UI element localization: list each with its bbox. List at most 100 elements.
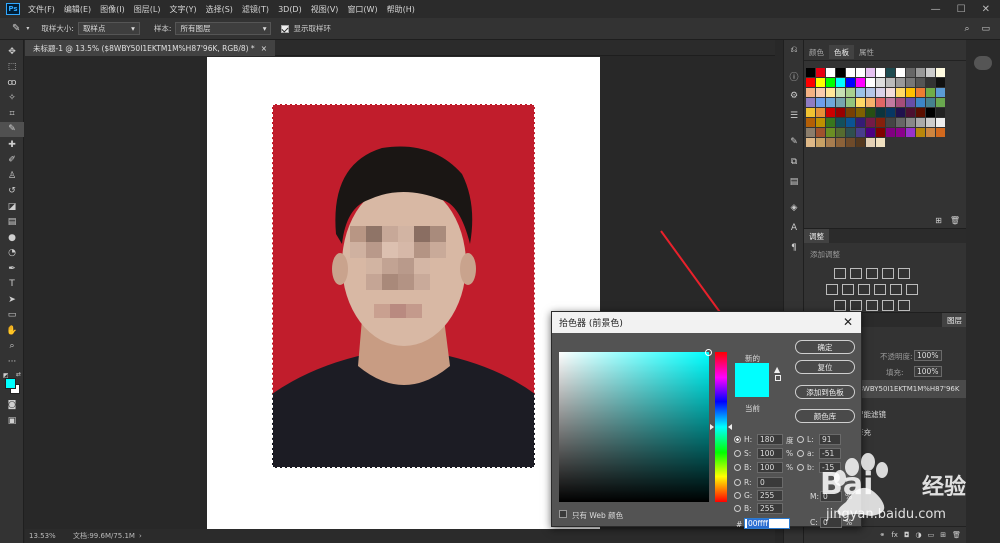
color-swatch[interactable] — [906, 88, 915, 97]
color-swatch[interactable] — [846, 108, 855, 117]
color-swatch[interactable] — [916, 68, 925, 77]
menu-help[interactable]: 帮助(H) — [387, 4, 415, 15]
path-select-tool-icon[interactable]: ➤ — [0, 292, 24, 308]
color-swatch[interactable] — [936, 118, 945, 127]
menu-3d[interactable]: 3D(D) — [278, 5, 302, 14]
color-swatch[interactable] — [816, 98, 825, 107]
color-swatch[interactable] — [836, 118, 845, 127]
color-swatch[interactable] — [816, 128, 825, 137]
opacity-field[interactable]: 100% — [914, 350, 942, 361]
color-swatch[interactable] — [906, 68, 915, 77]
color-swatch[interactable] — [936, 98, 945, 107]
color-swatch[interactable] — [806, 78, 815, 87]
minimize-button[interactable]: — — [931, 4, 941, 15]
color-lookup-icon[interactable] — [906, 284, 918, 295]
healing-brush-tool-icon[interactable]: ✚ — [0, 137, 24, 153]
sample-size-select[interactable]: 取样点 ▾ — [77, 22, 140, 35]
color-swatch[interactable] — [926, 68, 935, 77]
status-chevron-icon[interactable]: › — [139, 532, 142, 540]
vibrance-icon[interactable] — [898, 268, 910, 279]
color-swatch[interactable] — [886, 98, 895, 107]
color-swatch[interactable] — [926, 128, 935, 137]
hex-field[interactable]: 00ffff — [744, 518, 790, 529]
brightness-icon[interactable] — [834, 268, 846, 279]
menu-view[interactable]: 视图(V) — [311, 4, 339, 15]
color-swatch[interactable] — [826, 108, 835, 117]
document-tab[interactable]: 未标题-1 @ 13.5% ($8WBY50I1EKTM1M%H87'96K, … — [25, 40, 275, 56]
color-swatch[interactable] — [806, 88, 815, 97]
brush-settings-icon[interactable]: ✎ — [784, 132, 804, 152]
photo-filter-icon[interactable] — [874, 284, 886, 295]
green-field[interactable]: 255 — [757, 490, 783, 501]
color-swatch[interactable] — [806, 108, 815, 117]
color-swatch[interactable] — [826, 78, 835, 87]
exposure-icon[interactable] — [882, 268, 894, 279]
type-tool-icon[interactable]: T — [0, 277, 24, 293]
color-swatch[interactable] — [846, 88, 855, 97]
close-icon[interactable]: ✕ — [843, 315, 853, 329]
notes-icon[interactable]: ▤ — [784, 172, 804, 192]
color-swatch[interactable] — [856, 128, 865, 137]
close-window-button[interactable]: ✕ — [982, 4, 990, 15]
threshold-icon[interactable] — [866, 300, 878, 311]
color-swatch[interactable] — [816, 138, 825, 147]
hue-sat-icon[interactable] — [826, 284, 838, 295]
color-swatch[interactable] — [866, 98, 875, 107]
color-swatch[interactable] — [896, 108, 905, 117]
brightness-field[interactable]: 100 — [757, 462, 783, 473]
color-swatch[interactable] — [936, 78, 945, 87]
color-swatch[interactable] — [886, 118, 895, 127]
clone-stamp-tool-icon[interactable]: ♙ — [0, 168, 24, 184]
color-swatch[interactable] — [856, 88, 865, 97]
portrait-photo[interactable] — [272, 104, 535, 468]
eyedropper-tool-icon[interactable]: ✎ — [0, 121, 24, 137]
tab-adjustments[interactable]: 调整 — [804, 229, 829, 243]
search-icon[interactable]: ⌕ — [964, 24, 969, 34]
color-swatch[interactable] — [856, 118, 865, 127]
color-swatch[interactable] — [836, 68, 845, 77]
character-icon[interactable]: A — [784, 218, 804, 238]
color-swatch[interactable] — [806, 98, 815, 107]
color-swatch[interactable] — [876, 108, 885, 117]
color-swatch[interactable] — [906, 118, 915, 127]
color-swatch[interactable] — [866, 118, 875, 127]
color-swatch[interactable] — [936, 68, 945, 77]
color-swatch[interactable] — [896, 98, 905, 107]
color-swatch[interactable] — [866, 68, 875, 77]
color-swatch[interactable] — [906, 108, 915, 117]
color-swatch[interactable] — [836, 88, 845, 97]
hue-slider-left-handle[interactable] — [710, 424, 714, 430]
color-libraries-button[interactable]: 颜色库 — [795, 409, 855, 423]
color-swatch[interactable] — [936, 108, 945, 117]
quick-select-tool-icon[interactable]: ✧ — [0, 91, 24, 107]
color-swatch[interactable] — [826, 138, 835, 147]
web-safe-cube-icon[interactable] — [775, 375, 781, 381]
color-swatch[interactable] — [936, 88, 945, 97]
color-swatch[interactable] — [896, 88, 905, 97]
zoom-level[interactable]: 13.53% — [29, 532, 73, 540]
color-swatch[interactable] — [866, 78, 875, 87]
color-swatch[interactable] — [886, 88, 895, 97]
color-swatch[interactable] — [876, 118, 885, 127]
color-swatch[interactable] — [806, 138, 815, 147]
new-swatch-icon[interactable]: ⊞ — [935, 216, 942, 225]
color-swatch[interactable] — [866, 138, 875, 147]
menu-layer[interactable]: 图层(L) — [134, 4, 161, 15]
color-swatch[interactable] — [876, 78, 885, 87]
color-swatch[interactable] — [916, 88, 925, 97]
color-swatch[interactable] — [896, 68, 905, 77]
tab-layers[interactable]: 图层 — [942, 313, 967, 327]
hue-slider[interactable] — [710, 352, 732, 502]
color-swatch[interactable] — [816, 108, 825, 117]
color-swatch[interactable] — [926, 108, 935, 117]
color-swatch[interactable] — [856, 68, 865, 77]
color-swatch[interactable] — [916, 118, 925, 127]
crop-tool-icon[interactable]: ⌗ — [0, 106, 24, 122]
workspace-icon[interactable]: ▭ — [981, 24, 990, 34]
color-swatch[interactable] — [836, 138, 845, 147]
color-swatch[interactable] — [896, 128, 905, 137]
color-swatch[interactable] — [856, 108, 865, 117]
foreground-color-swatch[interactable] — [5, 377, 16, 389]
tab-properties[interactable]: 属性 — [854, 45, 879, 59]
color-swatch[interactable] — [866, 128, 875, 137]
